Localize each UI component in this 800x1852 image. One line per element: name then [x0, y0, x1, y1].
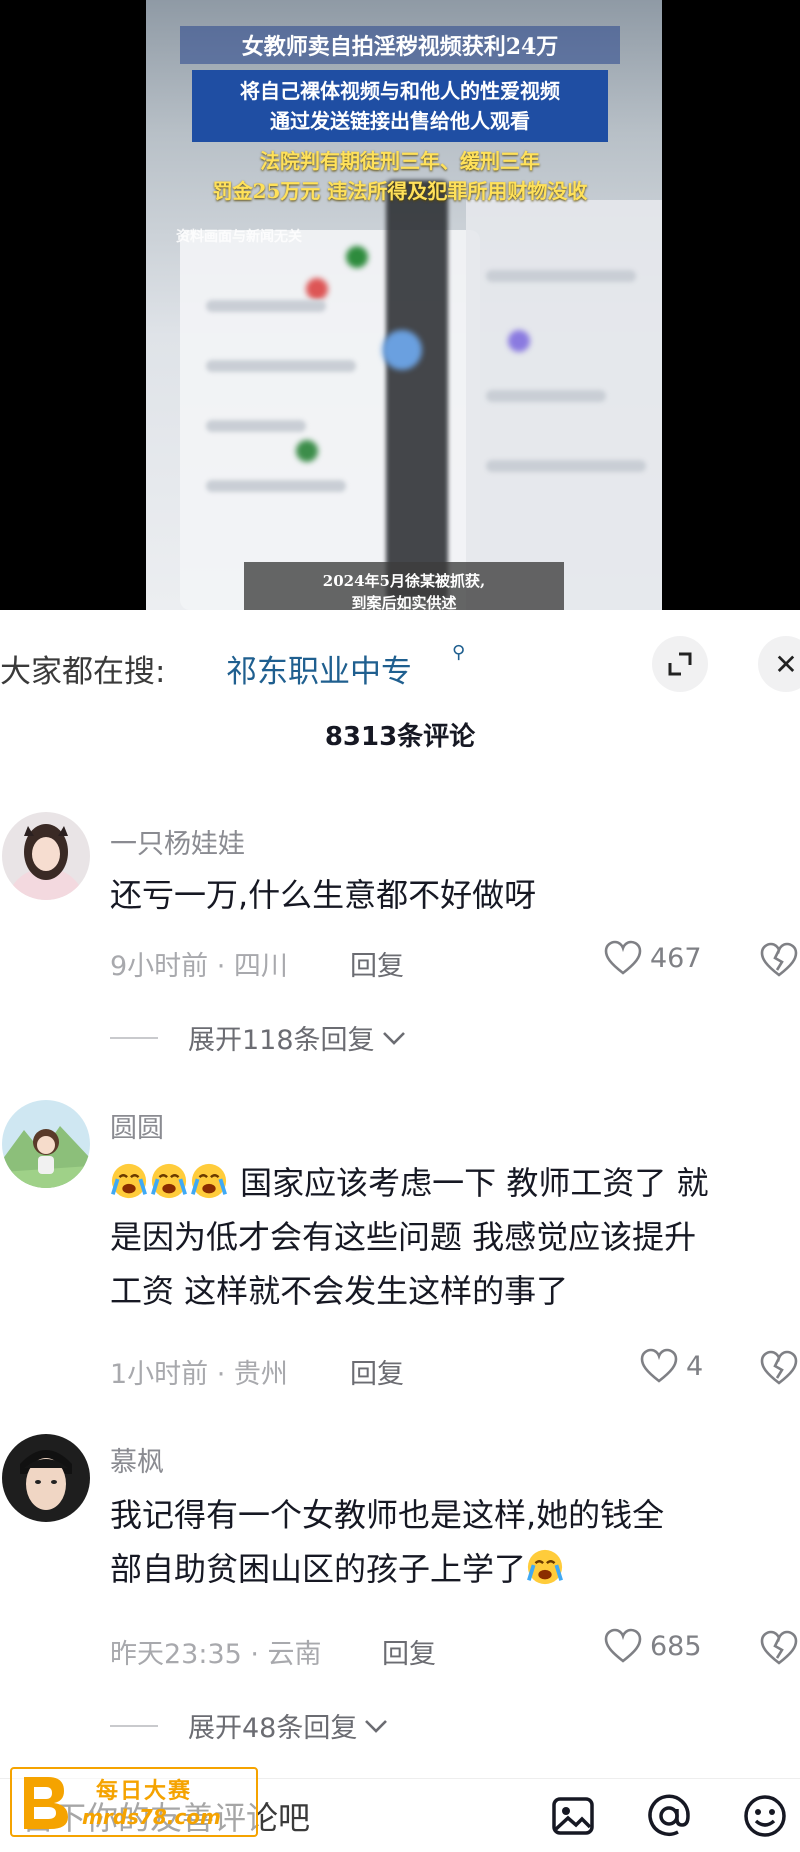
search-prefix-label: 大家都在搜:	[0, 654, 166, 690]
expand-replies-label: 展开118条回复	[188, 1025, 375, 1056]
chevron-down-icon	[365, 1719, 388, 1733]
reply-button[interactable]: 回复	[350, 1352, 404, 1391]
image-icon[interactable]	[548, 1791, 598, 1841]
comment-text-segment: 国家应该考虑一下 教师工资了 就	[240, 1164, 709, 1202]
at-icon[interactable]	[644, 1791, 694, 1841]
expand-icon	[668, 652, 692, 676]
avatar[interactable]	[2, 812, 90, 900]
blurred-line	[206, 480, 346, 492]
reply-button[interactable]: 回复	[350, 944, 404, 983]
comment-item: 一只杨娃娃 还亏一万,什么生意都不好做呀 9小时前 · 四川 回复 467 展开…	[0, 810, 800, 1070]
video-verdict-caption: 法院判有期徒刑三年、缓刑三年 罚金25万元 违法所得及犯罪所用财物没收	[160, 146, 640, 206]
avatar[interactable]	[2, 1100, 90, 1188]
comment-username[interactable]: 慕枫	[110, 1440, 164, 1479]
like-count: 685	[650, 1630, 702, 1662]
video-player[interactable]: 女教师卖自拍淫秽视频获利24万 将自己裸体视频与和他人的性爱视频 通过发送链接出…	[0, 0, 800, 610]
like-count: 4	[686, 1350, 704, 1382]
like-button[interactable]: 4	[640, 1348, 703, 1384]
blurred-line	[206, 420, 306, 432]
watermark-text: 每日大赛	[96, 1779, 193, 1804]
reply-button[interactable]: 回复	[382, 1632, 436, 1671]
expand-button[interactable]	[652, 636, 708, 692]
heart-icon	[604, 1628, 642, 1663]
blurred-line	[486, 460, 646, 472]
video-disclaimer: 资料画面与新闻无关	[176, 229, 302, 245]
heart-icon	[604, 940, 642, 975]
broken-heart-icon	[760, 1350, 798, 1385]
divider	[110, 1036, 158, 1039]
caption-line: 罚金25万元 违法所得及犯罪所用财物没收	[212, 179, 588, 203]
comment-item: 慕枫 我记得有一个女教师也是这样,她的钱全 部自助贫困山区的孩子上学了 昨天23…	[0, 1434, 800, 1764]
close-button[interactable]: ✕	[758, 636, 800, 692]
blurred-dot	[296, 440, 318, 462]
comment-username[interactable]: 一只杨娃娃	[110, 822, 245, 861]
blurred-line	[486, 390, 606, 402]
search-icon: ⚲	[452, 642, 466, 663]
broken-heart-icon	[760, 1630, 798, 1665]
blurred-line	[206, 300, 326, 312]
expand-replies-label: 展开48条回复	[188, 1713, 358, 1744]
caption-line: 通过发送链接出售给他人观看	[270, 109, 530, 133]
like-button[interactable]: 685	[604, 1628, 702, 1664]
comment-text: 还亏一万,什么生意都不好做呀	[110, 876, 537, 914]
video-title-caption: 女教师卖自拍淫秽视频获利24万	[180, 26, 620, 64]
comment-text-line: 我记得有一个女教师也是这样,她的钱全	[110, 1496, 665, 1534]
search-suggestion-row: 大家都在搜: 祁东职业中专 ⚲ ✕	[0, 636, 800, 696]
subtitle-line: 2024年5月徐某被抓获,	[322, 572, 486, 590]
comment-item: 圆圆 国家应该考虑一下 教师工资了 就 是因为低才会有这些问题 我感觉应该提升 …	[0, 1100, 800, 1400]
watermark-url: mrds78.com	[82, 1805, 221, 1829]
comment-text-line: 部自助贫困山区的孩子上学了	[110, 1542, 800, 1596]
comment-text-line: 是因为低才会有这些问题 我感觉应该提升	[110, 1218, 697, 1256]
crying-emoji-icon	[151, 1163, 187, 1199]
caption-line: 将自己裸体视频与和他人的性爱视频	[240, 79, 560, 103]
comment-username[interactable]: 圆圆	[110, 1106, 164, 1145]
like-button[interactable]: 467	[604, 940, 702, 976]
divider	[110, 1724, 158, 1727]
site-watermark: 每日大赛 mrds78.com	[10, 1767, 258, 1837]
caption-line: 法院判有期徒刑三年、缓刑三年	[260, 149, 540, 173]
avatar[interactable]	[2, 1434, 90, 1522]
crying-emoji-icon	[111, 1163, 147, 1199]
blurred-dot	[382, 330, 422, 370]
like-count: 467	[650, 942, 702, 974]
blurred-background	[386, 180, 448, 600]
expand-replies-button[interactable]: 展开118条回复	[110, 1018, 407, 1057]
comment-time-location: 昨天23:35 · 云南	[110, 1639, 322, 1670]
comment-text-line: 国家应该考虑一下 教师工资了 就	[110, 1156, 800, 1210]
broken-heart-icon	[760, 942, 798, 977]
blurred-line	[486, 270, 636, 282]
heart-icon	[640, 1348, 678, 1383]
comment-time-location: 1小时前 · 贵州	[110, 1359, 288, 1390]
crying-emoji-icon	[191, 1163, 227, 1199]
video-subtitle: 2024年5月徐某被抓获, 到案后如实供述	[244, 562, 564, 610]
blurred-dot	[346, 246, 368, 268]
blurred-dot	[306, 278, 328, 300]
comment-text-segment: 部自助贫困山区的孩子上学了	[110, 1550, 527, 1588]
close-icon: ✕	[774, 647, 798, 681]
crying-emoji-icon	[527, 1549, 563, 1585]
comment-time-location: 9小时前 · 四川	[110, 951, 288, 982]
dislike-button[interactable]	[760, 1630, 798, 1670]
comment-text: 国家应该考虑一下 教师工资了 就 是因为低才会有这些问题 我感觉应该提升 工资 …	[110, 1156, 800, 1318]
comment-text: 我记得有一个女教师也是这样,她的钱全 部自助贫困山区的孩子上学了	[110, 1488, 800, 1596]
watermark-logo	[24, 1777, 68, 1829]
video-caption-box: 将自己裸体视频与和他人的性爱视频 通过发送链接出售给他人观看	[192, 70, 608, 142]
comment-count: 8313条评论	[324, 722, 476, 752]
emoji-icon[interactable]	[740, 1791, 790, 1841]
blurred-dot	[508, 330, 530, 352]
search-suggestion-link[interactable]: 祁东职业中专	[226, 646, 412, 691]
expand-replies-button[interactable]: 展开48条回复	[110, 1706, 389, 1745]
dislike-button[interactable]	[760, 942, 798, 982]
chevron-down-icon	[382, 1031, 405, 1045]
subtitle-line: 到案后如实供述	[351, 594, 457, 610]
blurred-background	[466, 200, 662, 610]
blurred-line	[206, 360, 356, 372]
dislike-button[interactable]	[760, 1350, 798, 1390]
comment-text-line: 工资 这样就不会发生这样的事了	[110, 1272, 569, 1310]
